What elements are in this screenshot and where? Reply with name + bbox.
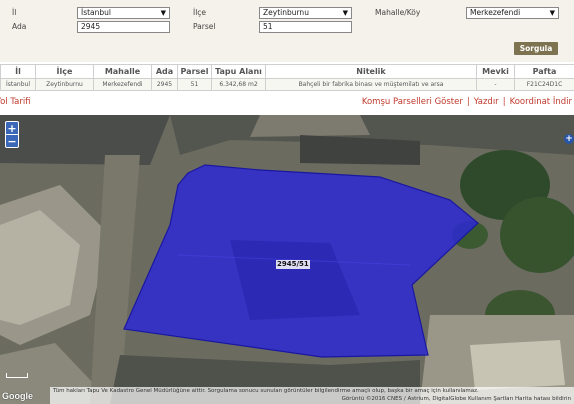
triangle-down-icon: ▼	[160, 9, 166, 17]
mahalle-label: Mahalle/Köy	[375, 8, 421, 17]
il-label: İl	[12, 8, 17, 17]
query-filter-panel: İl İstanbul ▼ İlçe Zeytinburnu ▼ Mahalle…	[0, 0, 574, 62]
yazdir-link[interactable]: Yazdır	[474, 97, 499, 107]
il-select[interactable]: İstanbul ▼	[77, 7, 170, 19]
zoom-out-button[interactable]: −	[6, 135, 18, 148]
cell-tapu-alani: 6.342,68 m2	[211, 78, 266, 91]
separator: |	[466, 97, 470, 107]
parsel-label: Parsel	[193, 22, 216, 31]
zoom-control: + −	[5, 121, 19, 148]
route-link-row: Yol Tarifi	[0, 95, 31, 109]
header-ada: Ada	[151, 64, 178, 79]
header-mahalle: Mahalle	[93, 64, 152, 79]
cell-parsel: 51	[177, 78, 212, 91]
cell-il: İstanbul	[0, 78, 36, 91]
scale-bar	[6, 373, 28, 378]
table-header-row: İl İlçe Mahalle Ada Parsel Tapu Alanı Ni…	[0, 64, 574, 79]
cell-mevki: -	[476, 78, 515, 91]
header-ilce: İlçe	[35, 64, 94, 79]
header-mevki: Mevki	[476, 64, 515, 79]
parsel-input-value: 51	[263, 22, 273, 31]
parcel-label: 2945/51	[276, 260, 310, 269]
header-il: İl	[0, 64, 36, 79]
cell-mahalle: Merkezefendi	[93, 78, 152, 91]
komsu-parselleri-link[interactable]: Komşu Parselleri Göster	[362, 97, 463, 107]
cell-ada: 2945	[151, 78, 178, 91]
cell-pafta: F21C24D1C	[514, 78, 574, 91]
google-logo: Google	[2, 391, 33, 401]
parsel-input[interactable]: 51	[259, 21, 352, 33]
disclaimer-text: Tüm hakları Tapu Ve Kadastro Genel Müdür…	[53, 388, 479, 394]
cell-ilce: Zeytinburnu	[35, 78, 94, 91]
map-disclaimer: Tüm hakları Tapu Ve Kadastro Genel Müdür…	[50, 387, 574, 404]
ada-label: Ada	[12, 22, 27, 31]
satellite-map[interactable]: + − + 2945/51 Tüm hakları Tapu Ve Kadast…	[0, 115, 574, 404]
yol-tarifi-link[interactable]: Yol Tarifi	[0, 97, 31, 107]
header-parsel: Parsel	[177, 64, 212, 79]
cell-nitelik: Bahçeli bir fabrika binası ve müştemilat…	[265, 78, 477, 91]
ada-input-value: 2945	[81, 22, 101, 31]
header-tapu-alani: Tapu Alanı	[211, 64, 266, 79]
action-links: Komşu Parselleri Göster | Yazdır | Koordinat…	[362, 95, 572, 109]
mahalle-select-value: Merkezefendi	[470, 8, 521, 17]
layer-toggle-button[interactable]: +	[564, 134, 574, 144]
il-select-value: İstanbul	[81, 8, 112, 17]
ilce-label: İlçe	[193, 8, 207, 17]
ada-input[interactable]: 2945	[77, 21, 170, 33]
separator: |	[502, 97, 506, 107]
header-pafta: Pafta	[514, 64, 574, 79]
table-row[interactable]: İstanbul Zeytinburnu Merkezefendi 2945 5…	[0, 78, 574, 91]
ilce-select-value: Zeytinburnu	[263, 8, 309, 17]
triangle-down-icon: ▼	[342, 9, 348, 17]
mahalle-select[interactable]: Merkezefendi ▼	[466, 7, 559, 19]
zoom-in-button[interactable]: +	[6, 122, 18, 135]
map-attribution[interactable]: Görüntü ©2016 CNES / Astrium, DigitalGlo…	[53, 395, 574, 403]
header-nitelik: Nitelik	[265, 64, 477, 79]
triangle-down-icon: ▼	[549, 9, 555, 17]
sorgula-button[interactable]: Sorgula	[514, 42, 558, 55]
results-table: İl İlçe Mahalle Ada Parsel Tapu Alanı Ni…	[0, 64, 574, 91]
koordinat-indir-link[interactable]: Koordinat İndir	[510, 97, 572, 107]
ilce-select[interactable]: Zeytinburnu ▼	[259, 7, 352, 19]
